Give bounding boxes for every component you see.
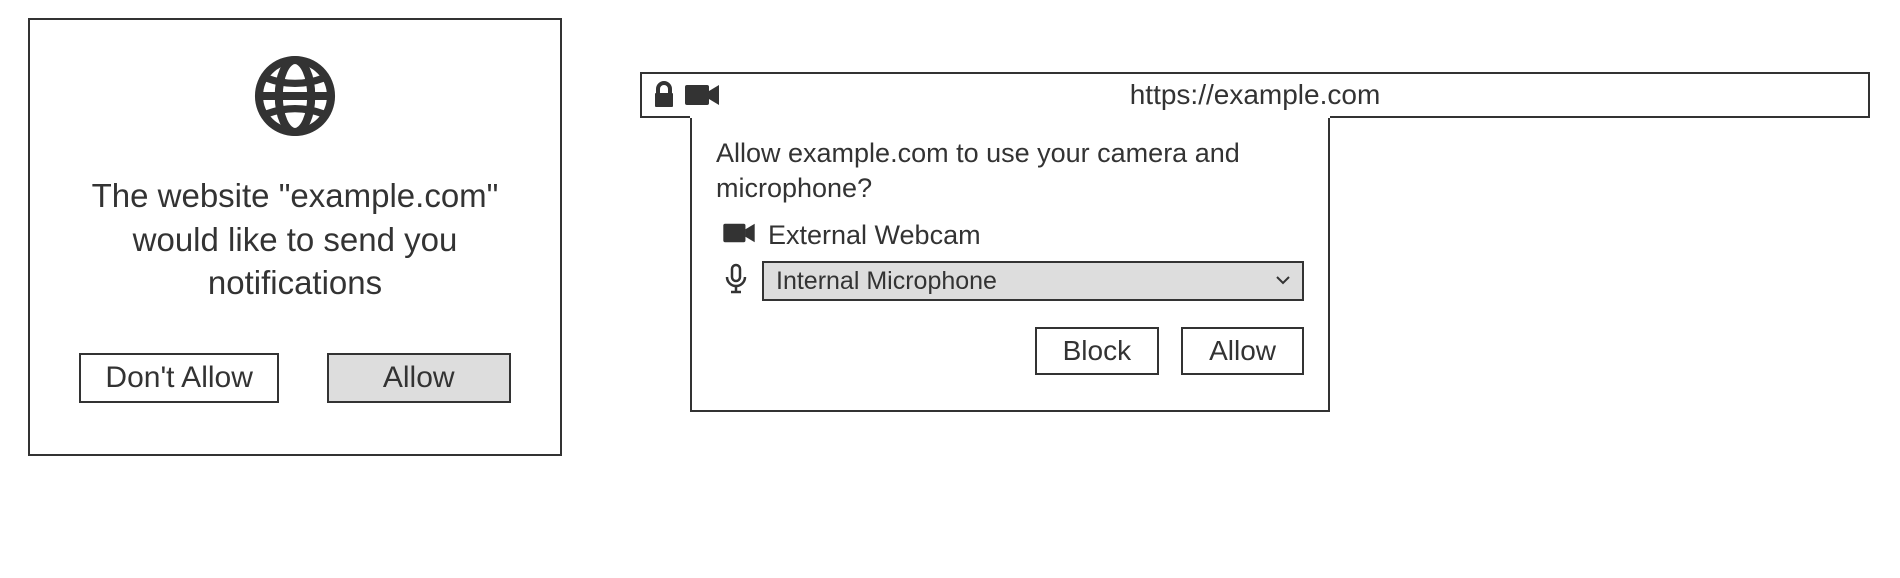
- dont-allow-button[interactable]: Don't Allow: [79, 353, 278, 403]
- url-text: https://example.com: [642, 79, 1868, 111]
- notification-buttons: Don't Allow Allow: [79, 353, 510, 403]
- allow-camera-mic-button[interactable]: Allow: [1181, 327, 1304, 375]
- microphone-select[interactable]: Internal Microphone: [762, 261, 1304, 301]
- camera-device-row: External Webcam: [722, 220, 1304, 251]
- lock-icon: [652, 81, 676, 109]
- camera-mic-permission-dialog: Allow example.com to use your camera and…: [690, 116, 1330, 412]
- globe-icon: [247, 48, 343, 144]
- camera-icon: [722, 221, 756, 250]
- url-bar[interactable]: https://example.com: [640, 72, 1870, 118]
- chevron-down-icon: [1276, 272, 1290, 290]
- notification-message: The website "example.com" would like to …: [65, 174, 525, 305]
- camera-mic-buttons: Block Allow: [716, 327, 1304, 375]
- microphone-device-row: Internal Microphone: [722, 261, 1304, 301]
- microphone-select-label: Internal Microphone: [776, 267, 997, 296]
- notification-permission-dialog: The website "example.com" would like to …: [28, 18, 562, 456]
- camera-icon[interactable]: [684, 82, 720, 108]
- camera-device-label: External Webcam: [768, 220, 981, 251]
- block-button[interactable]: Block: [1035, 327, 1159, 375]
- allow-button[interactable]: Allow: [327, 353, 511, 403]
- microphone-icon: [722, 263, 750, 300]
- camera-mic-question: Allow example.com to use your camera and…: [716, 136, 1304, 206]
